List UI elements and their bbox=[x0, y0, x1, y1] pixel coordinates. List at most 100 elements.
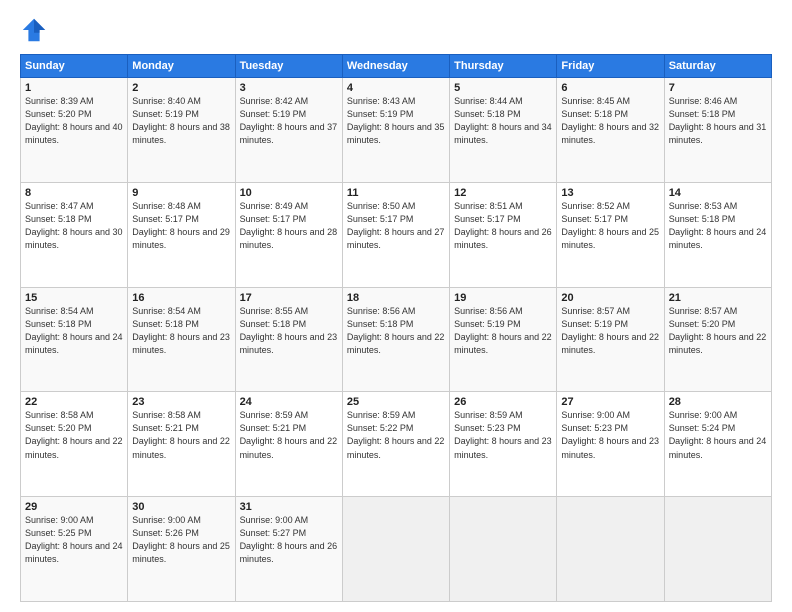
calendar-cell: 4Sunrise: 8:43 AMSunset: 5:19 PMDaylight… bbox=[342, 78, 449, 183]
col-saturday: Saturday bbox=[664, 55, 771, 78]
day-info: Sunrise: 9:00 AMSunset: 5:24 PMDaylight:… bbox=[669, 409, 767, 461]
calendar-cell: 30Sunrise: 9:00 AMSunset: 5:26 PMDayligh… bbox=[128, 497, 235, 602]
calendar-cell: 21Sunrise: 8:57 AMSunset: 5:20 PMDayligh… bbox=[664, 287, 771, 392]
day-info: Sunrise: 8:46 AMSunset: 5:18 PMDaylight:… bbox=[669, 95, 767, 147]
calendar-cell: 14Sunrise: 8:53 AMSunset: 5:18 PMDayligh… bbox=[664, 182, 771, 287]
day-number: 30 bbox=[132, 501, 230, 513]
calendar-cell: 2Sunrise: 8:40 AMSunset: 5:19 PMDaylight… bbox=[128, 78, 235, 183]
day-info: Sunrise: 8:47 AMSunset: 5:18 PMDaylight:… bbox=[25, 200, 123, 252]
day-info: Sunrise: 8:40 AMSunset: 5:19 PMDaylight:… bbox=[132, 95, 230, 147]
day-number: 31 bbox=[240, 501, 338, 513]
calendar-cell: 3Sunrise: 8:42 AMSunset: 5:19 PMDaylight… bbox=[235, 78, 342, 183]
calendar-cell: 8Sunrise: 8:47 AMSunset: 5:18 PMDaylight… bbox=[21, 182, 128, 287]
logo-icon bbox=[20, 16, 48, 44]
calendar-cell: 12Sunrise: 8:51 AMSunset: 5:17 PMDayligh… bbox=[450, 182, 557, 287]
day-number: 6 bbox=[561, 82, 659, 94]
day-info: Sunrise: 8:59 AMSunset: 5:23 PMDaylight:… bbox=[454, 409, 552, 461]
calendar-cell: 22Sunrise: 8:58 AMSunset: 5:20 PMDayligh… bbox=[21, 392, 128, 497]
day-info: Sunrise: 8:58 AMSunset: 5:21 PMDaylight:… bbox=[132, 409, 230, 461]
calendar-cell: 25Sunrise: 8:59 AMSunset: 5:22 PMDayligh… bbox=[342, 392, 449, 497]
calendar-cell: 7Sunrise: 8:46 AMSunset: 5:18 PMDaylight… bbox=[664, 78, 771, 183]
col-sunday: Sunday bbox=[21, 55, 128, 78]
day-number: 10 bbox=[240, 187, 338, 199]
day-number: 9 bbox=[132, 187, 230, 199]
day-number: 24 bbox=[240, 396, 338, 408]
day-number: 11 bbox=[347, 187, 445, 199]
day-info: Sunrise: 8:53 AMSunset: 5:18 PMDaylight:… bbox=[669, 200, 767, 252]
day-number: 8 bbox=[25, 187, 123, 199]
day-number: 29 bbox=[25, 501, 123, 513]
page: Sunday Monday Tuesday Wednesday Thursday… bbox=[0, 0, 792, 612]
day-number: 3 bbox=[240, 82, 338, 94]
calendar-cell: 1Sunrise: 8:39 AMSunset: 5:20 PMDaylight… bbox=[21, 78, 128, 183]
day-number: 26 bbox=[454, 396, 552, 408]
calendar-cell: 13Sunrise: 8:52 AMSunset: 5:17 PMDayligh… bbox=[557, 182, 664, 287]
day-info: Sunrise: 8:59 AMSunset: 5:21 PMDaylight:… bbox=[240, 409, 338, 461]
calendar-cell: 28Sunrise: 9:00 AMSunset: 5:24 PMDayligh… bbox=[664, 392, 771, 497]
day-number: 23 bbox=[132, 396, 230, 408]
day-info: Sunrise: 8:57 AMSunset: 5:20 PMDaylight:… bbox=[669, 305, 767, 357]
day-number: 15 bbox=[25, 292, 123, 304]
day-number: 16 bbox=[132, 292, 230, 304]
col-tuesday: Tuesday bbox=[235, 55, 342, 78]
day-info: Sunrise: 9:00 AMSunset: 5:25 PMDaylight:… bbox=[25, 514, 123, 566]
day-info: Sunrise: 8:50 AMSunset: 5:17 PMDaylight:… bbox=[347, 200, 445, 252]
calendar-cell bbox=[342, 497, 449, 602]
day-number: 20 bbox=[561, 292, 659, 304]
calendar-week-row: 15 Sunrise: 8:54 AMSunset: 5:18 PMDayligh… bbox=[21, 287, 772, 392]
day-number: 19 bbox=[454, 292, 552, 304]
calendar-cell: 9Sunrise: 8:48 AMSunset: 5:17 PMDaylight… bbox=[128, 182, 235, 287]
day-info: Sunrise: 8:56 AMSunset: 5:19 PMDaylight:… bbox=[454, 305, 552, 357]
calendar-cell: 29Sunrise: 9:00 AMSunset: 5:25 PMDayligh… bbox=[21, 497, 128, 602]
day-number: 14 bbox=[669, 187, 767, 199]
calendar-cell bbox=[557, 497, 664, 602]
day-info: Sunrise: 8:58 AMSunset: 5:20 PMDaylight:… bbox=[25, 409, 123, 461]
day-info: Sunrise: 8:44 AMSunset: 5:18 PMDaylight:… bbox=[454, 95, 552, 147]
col-wednesday: Wednesday bbox=[342, 55, 449, 78]
day-info: Sunrise: 8:49 AMSunset: 5:17 PMDaylight:… bbox=[240, 200, 338, 252]
calendar-cell: 24Sunrise: 8:59 AMSunset: 5:21 PMDayligh… bbox=[235, 392, 342, 497]
day-number: 22 bbox=[25, 396, 123, 408]
calendar-cell: 6Sunrise: 8:45 AMSunset: 5:18 PMDaylight… bbox=[557, 78, 664, 183]
calendar-cell: 17Sunrise: 8:55 AMSunset: 5:18 PMDayligh… bbox=[235, 287, 342, 392]
logo bbox=[20, 16, 52, 44]
calendar-cell: 31Sunrise: 9:00 AMSunset: 5:27 PMDayligh… bbox=[235, 497, 342, 602]
day-number: 21 bbox=[669, 292, 767, 304]
calendar-cell: 15Sunrise: 8:54 AMSunset: 5:18 PMDayligh… bbox=[21, 287, 128, 392]
day-info: Sunrise: 8:56 AMSunset: 5:18 PMDaylight:… bbox=[347, 305, 445, 357]
day-number: 5 bbox=[454, 82, 552, 94]
calendar-cell: 23Sunrise: 8:58 AMSunset: 5:21 PMDayligh… bbox=[128, 392, 235, 497]
calendar-week-row: 29Sunrise: 9:00 AMSunset: 5:25 PMDayligh… bbox=[21, 497, 772, 602]
calendar-week-row: 1Sunrise: 8:39 AMSunset: 5:20 PMDaylight… bbox=[21, 78, 772, 183]
calendar-cell bbox=[664, 497, 771, 602]
day-number: 28 bbox=[669, 396, 767, 408]
day-info: Sunrise: 8:57 AMSunset: 5:19 PMDaylight:… bbox=[561, 305, 659, 357]
calendar-cell bbox=[450, 497, 557, 602]
day-info: Sunrise: 8:45 AMSunset: 5:18 PMDaylight:… bbox=[561, 95, 659, 147]
calendar-cell: 18Sunrise: 8:56 AMSunset: 5:18 PMDayligh… bbox=[342, 287, 449, 392]
calendar-table: Sunday Monday Tuesday Wednesday Thursday… bbox=[20, 54, 772, 602]
day-number: 25 bbox=[347, 396, 445, 408]
day-info: Sunrise: 8:54 AMSunset: 5:18 PMDaylight:… bbox=[132, 305, 230, 357]
day-info: Sunrise: 8:52 AMSunset: 5:17 PMDaylight:… bbox=[561, 200, 659, 252]
day-info: Sunrise: 8:39 AMSunset: 5:20 PMDaylight:… bbox=[25, 95, 123, 147]
calendar-cell: 11Sunrise: 8:50 AMSunset: 5:17 PMDayligh… bbox=[342, 182, 449, 287]
calendar-cell: 27Sunrise: 9:00 AMSunset: 5:23 PMDayligh… bbox=[557, 392, 664, 497]
day-number: 7 bbox=[669, 82, 767, 94]
day-info: Sunrise: 8:43 AMSunset: 5:19 PMDaylight:… bbox=[347, 95, 445, 147]
calendar-week-row: 22Sunrise: 8:58 AMSunset: 5:20 PMDayligh… bbox=[21, 392, 772, 497]
calendar-cell: 10Sunrise: 8:49 AMSunset: 5:17 PMDayligh… bbox=[235, 182, 342, 287]
day-info: Sunrise: 9:00 AMSunset: 5:26 PMDaylight:… bbox=[132, 514, 230, 566]
day-info: Sunrise: 8:48 AMSunset: 5:17 PMDaylight:… bbox=[132, 200, 230, 252]
calendar-cell: 20Sunrise: 8:57 AMSunset: 5:19 PMDayligh… bbox=[557, 287, 664, 392]
calendar-cell: 5Sunrise: 8:44 AMSunset: 5:18 PMDaylight… bbox=[450, 78, 557, 183]
day-number: 27 bbox=[561, 396, 659, 408]
header bbox=[20, 16, 772, 44]
day-info: Sunrise: 8:55 AMSunset: 5:18 PMDaylight:… bbox=[240, 305, 338, 357]
day-info: Sunrise: 8:59 AMSunset: 5:22 PMDaylight:… bbox=[347, 409, 445, 461]
day-info: Sunrise: 9:00 AMSunset: 5:27 PMDaylight:… bbox=[240, 514, 338, 566]
day-number: 17 bbox=[240, 292, 338, 304]
day-number: 18 bbox=[347, 292, 445, 304]
col-thursday: Thursday bbox=[450, 55, 557, 78]
day-number: 2 bbox=[132, 82, 230, 94]
